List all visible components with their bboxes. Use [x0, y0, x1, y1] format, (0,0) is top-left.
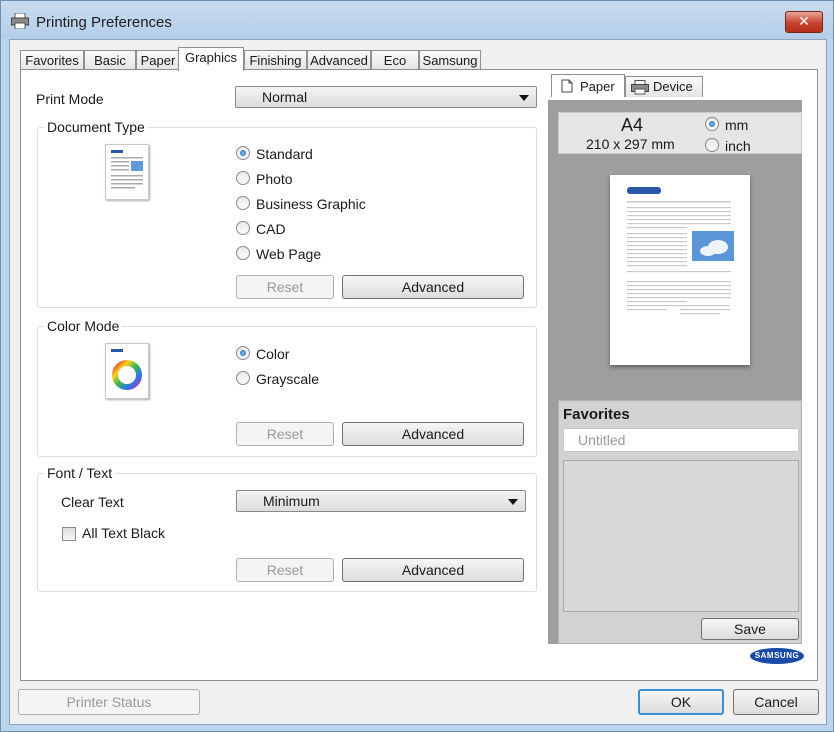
- doc-type-standard-radio[interactable]: Standard: [236, 145, 313, 163]
- ok-button[interactable]: OK: [638, 689, 724, 715]
- tab-advanced[interactable]: Advanced: [307, 50, 371, 70]
- color-mode-advanced-button[interactable]: Advanced: [342, 422, 524, 446]
- color-wheel-thumbnail-icon: [105, 343, 149, 399]
- font-text-title: Font / Text: [44, 465, 116, 481]
- favorites-save-button[interactable]: Save: [701, 618, 799, 640]
- print-mode-value: Normal: [262, 89, 308, 105]
- clear-text-select[interactable]: Minimum: [236, 490, 526, 512]
- title-bar: Printing Preferences ✕: [1, 1, 833, 39]
- color-mode-title: Color Mode: [44, 318, 123, 334]
- printer-icon: [11, 13, 29, 29]
- font-text-group: Font / Text Clear Text Minimum All Text …: [37, 465, 537, 592]
- favorites-name-input[interactable]: Untitled: [563, 428, 799, 452]
- printer-icon: [631, 80, 649, 95]
- document-thumbnail-icon: [105, 144, 149, 200]
- tab-basic[interactable]: Basic: [84, 50, 136, 70]
- printing-preferences-window: Printing Preferences ✕ Favorites Basic P…: [0, 0, 834, 732]
- paper-size-name: A4: [621, 115, 644, 135]
- all-text-black-checkbox[interactable]: [62, 527, 76, 541]
- all-text-black-label: All Text Black: [82, 525, 165, 541]
- window-title: Printing Preferences: [36, 14, 172, 31]
- clear-text-label: Clear Text: [61, 494, 124, 510]
- printer-status-button[interactable]: Printer Status: [18, 689, 200, 715]
- document-type-advanced-button[interactable]: Advanced: [342, 275, 524, 299]
- font-text-reset-button[interactable]: Reset: [236, 558, 334, 582]
- tab-paper[interactable]: Paper: [136, 50, 180, 70]
- chevron-down-icon: [508, 499, 518, 505]
- preview-tab-device[interactable]: Device: [625, 76, 703, 97]
- clear-text-value: Minimum: [263, 493, 320, 509]
- print-mode-select[interactable]: Normal: [235, 86, 537, 108]
- page-preview: [610, 175, 750, 365]
- preview-area: A4 210 x 297 mm mm inch Favorites Untitl…: [548, 100, 802, 644]
- doc-type-business-graphic-radio[interactable]: Business Graphic: [236, 195, 366, 213]
- document-type-reset-button[interactable]: Reset: [236, 275, 334, 299]
- doc-type-cad-radio[interactable]: CAD: [236, 220, 286, 238]
- tab-finishing[interactable]: Finishing: [244, 50, 307, 70]
- favorites-panel: Favorites Untitled Save: [558, 400, 802, 644]
- favorites-title: Favorites: [563, 406, 630, 423]
- chevron-down-icon: [519, 95, 529, 101]
- document-type-title: Document Type: [44, 119, 148, 135]
- doc-type-photo-radio[interactable]: Photo: [236, 170, 293, 188]
- print-mode-label: Print Mode: [36, 91, 104, 107]
- favorites-list[interactable]: [563, 460, 799, 612]
- dialog-client: Favorites Basic Paper Graphics Finishing…: [9, 39, 827, 725]
- color-mode-group: Color Mode Color Grayscale Reset Advance…: [37, 318, 537, 457]
- color-mode-reset-button[interactable]: Reset: [236, 422, 334, 446]
- samsung-logo: SAMSUNG: [750, 648, 804, 664]
- tab-eco[interactable]: Eco: [371, 50, 419, 70]
- page-icon: [561, 79, 573, 93]
- unit-inch-radio[interactable]: inch: [705, 137, 751, 155]
- preview-tab-paper[interactable]: Paper: [551, 74, 625, 97]
- close-button[interactable]: ✕: [785, 11, 823, 33]
- doc-type-web-page-radio[interactable]: Web Page: [236, 245, 321, 263]
- unit-mm-radio[interactable]: mm: [705, 116, 748, 134]
- tab-samsung[interactable]: Samsung: [419, 50, 481, 70]
- paper-size-dims: 210 x 297 mm: [586, 136, 675, 152]
- document-type-group: Document Type Standard Photo Business Gr…: [37, 119, 537, 308]
- color-mode-color-radio[interactable]: Color: [236, 345, 289, 363]
- paper-size-box: A4 210 x 297 mm mm inch: [558, 112, 802, 154]
- color-mode-grayscale-radio[interactable]: Grayscale: [236, 370, 319, 388]
- tab-favorites[interactable]: Favorites: [20, 50, 84, 70]
- cancel-button[interactable]: Cancel: [733, 689, 819, 715]
- tab-graphics[interactable]: Graphics: [178, 47, 244, 71]
- font-text-advanced-button[interactable]: Advanced: [342, 558, 524, 582]
